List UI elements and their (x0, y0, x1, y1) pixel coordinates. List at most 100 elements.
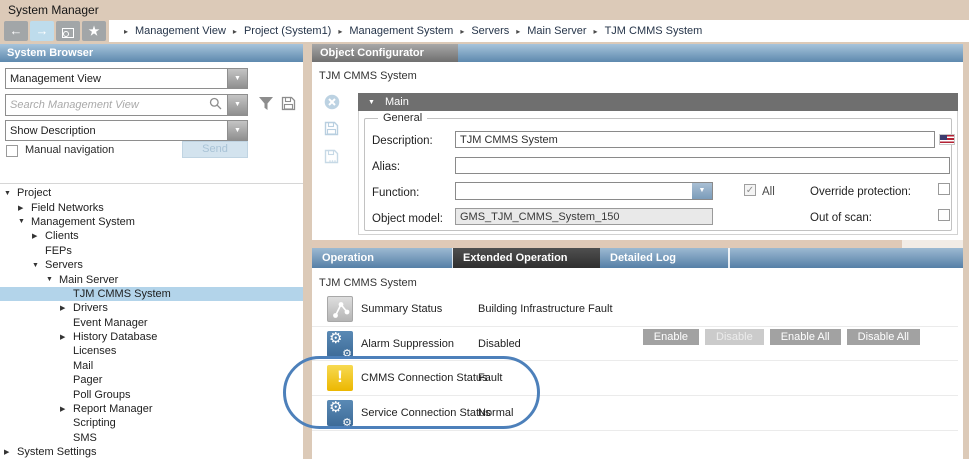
alias-field[interactable] (455, 157, 950, 174)
forward-button[interactable]: → (30, 21, 54, 41)
tree-expand-icon[interactable]: ▶ (60, 333, 73, 341)
tree-expand-icon[interactable]: ▼ (18, 218, 31, 225)
send-button[interactable]: Send (182, 141, 248, 158)
window-title: System Manager (0, 0, 969, 19)
save-as-icon[interactable] (324, 149, 339, 169)
tree-item-tjm-cmms-system[interactable]: TJM CMMS System (0, 287, 303, 301)
search-input[interactable] (6, 95, 209, 115)
save-icon[interactable] (324, 121, 339, 141)
tree-item-poll-groups[interactable]: Poll Groups (0, 387, 303, 401)
main-section-header[interactable]: ▼ Main (358, 93, 958, 111)
alias-label: Alias: (372, 161, 400, 173)
tree-expand-icon[interactable]: ▼ (32, 262, 45, 269)
tab-separator (728, 248, 730, 268)
disable-button: Disable (705, 329, 764, 345)
tree-item-label: Event Manager (73, 317, 148, 329)
tree-item-history-database[interactable]: ▶History Database (0, 330, 303, 344)
breadcrumb-separator-icon: ▸ (516, 27, 520, 36)
scrollbar-thumb[interactable] (312, 240, 902, 248)
tree-expand-icon[interactable]: ▶ (4, 448, 17, 456)
tree-item-scripting[interactable]: Scripting (0, 416, 303, 430)
tree-expand-icon[interactable]: ▶ (60, 405, 73, 413)
search-icon (209, 97, 227, 113)
breadcrumb-item-tjm-cmms-system[interactable]: TJM CMMS System (605, 25, 703, 37)
chevron-down-icon[interactable]: ▼ (227, 121, 247, 140)
tree-item-mail[interactable]: Mail (0, 359, 303, 373)
breadcrumb-item-main-server[interactable]: Main Server (527, 25, 586, 37)
breadcrumb-item-servers[interactable]: Servers (471, 25, 509, 37)
enable-all-button[interactable]: Enable All (770, 329, 841, 345)
tree-item-licenses[interactable]: Licenses (0, 344, 303, 358)
system-browser-panel: System Browser Management View ▼ ▼ Show … (0, 44, 303, 459)
tree-item-system-settings[interactable]: ▶System Settings (0, 445, 303, 459)
breadcrumb-item-management-system[interactable]: Management System (349, 25, 453, 37)
language-flag-icon[interactable] (939, 134, 955, 145)
breadcrumb-item-management-view[interactable]: Management View (135, 25, 226, 37)
object-configurator-tab[interactable]: Object Configurator (312, 44, 458, 62)
tree-expand-icon[interactable]: ▼ (46, 276, 59, 283)
save-icon[interactable] (281, 96, 296, 116)
tree-item-servers[interactable]: ▼Servers (0, 258, 303, 272)
enable-button[interactable]: Enable (643, 329, 699, 345)
description-field[interactable] (455, 131, 935, 148)
override-protection-checkbox[interactable] (938, 183, 950, 195)
annotation-ellipse (283, 356, 540, 429)
chevron-down-icon[interactable]: ▼ (692, 183, 712, 199)
favorites-button[interactable]: ★ (82, 21, 106, 41)
status-label: Summary Status (361, 303, 442, 315)
tree-item-project[interactable]: ▼Project (0, 186, 303, 200)
view-selector-value: Management View (6, 73, 227, 85)
object-model-label: Object model: (372, 213, 443, 225)
out-of-scan-label: Out of scan: (810, 212, 872, 224)
tree-expand-icon[interactable]: ▶ (60, 304, 73, 312)
object-name: TJM CMMS System (319, 277, 417, 289)
breadcrumb-separator-icon: ▸ (233, 27, 237, 36)
tree-item-event-manager[interactable]: Event Manager (0, 316, 303, 330)
tree-item-field-networks[interactable]: ▶Field Networks (0, 200, 303, 214)
manual-navigation-checkbox[interactable] (6, 145, 18, 157)
tree-item-drivers[interactable]: ▶Drivers (0, 301, 303, 315)
horizontal-scrollbar[interactable] (312, 240, 963, 248)
search-box[interactable]: ▼ (5, 94, 248, 116)
collapse-icon[interactable]: ▼ (368, 99, 375, 106)
tree-item-feps[interactable]: FEPs (0, 244, 303, 258)
tree-item-management-system[interactable]: ▼Management System (0, 215, 303, 229)
tree-item-pager[interactable]: Pager (0, 373, 303, 387)
breadcrumb-item-project-system1[interactable]: Project (System1) (244, 25, 331, 37)
tree-expand-icon[interactable]: ▶ (18, 204, 31, 212)
disable-all-button[interactable]: Disable All (847, 329, 920, 345)
chevron-down-icon[interactable]: ▼ (227, 69, 247, 88)
function-selector[interactable]: ▼ (455, 182, 713, 200)
summary-status-icon (327, 296, 353, 322)
button-group: Enable Disable Enable All Disable All (643, 329, 920, 345)
tree-item-report-manager[interactable]: ▶Report Manager (0, 402, 303, 416)
filter-icon[interactable] (258, 96, 274, 116)
description-label: Description: (372, 135, 433, 147)
window-edge (963, 44, 969, 459)
manual-navigation-label: Manual navigation (25, 144, 114, 156)
out-of-scan-checkbox[interactable] (938, 209, 950, 221)
tree-item-label: Pager (73, 374, 102, 386)
all-checkbox[interactable]: ✓ (744, 184, 756, 196)
tab-detailed-log[interactable]: Detailed Log (600, 248, 728, 268)
tab-operation[interactable]: Operation (312, 248, 453, 268)
tree-item-label: Main Server (59, 274, 118, 286)
discard-icon[interactable] (324, 94, 340, 115)
tab-extended-operation[interactable]: Extended Operation (453, 248, 600, 268)
breadcrumb-separator-icon: ▸ (124, 27, 128, 36)
history-button[interactable] (56, 21, 80, 41)
tree-item-label: Scripting (73, 417, 116, 429)
tree-expand-icon[interactable]: ▶ (32, 232, 45, 240)
chevron-down-icon[interactable]: ▼ (227, 95, 247, 115)
tree-item-clients[interactable]: ▶Clients (0, 229, 303, 243)
tree-item-label: Report Manager (73, 403, 153, 415)
breadcrumb: ▸ Management View ▸ Project (System1) ▸ Manag… (109, 20, 969, 42)
tree-item-main-server[interactable]: ▼Main Server (0, 272, 303, 286)
tree-item-sms[interactable]: SMS (0, 431, 303, 445)
description-mode-selector[interactable]: Show Description ▼ (5, 120, 248, 141)
tab-bar: OperationExtended OperationDetailed Log (312, 248, 963, 268)
back-button[interactable]: ← (4, 21, 28, 41)
view-selector[interactable]: Management View ▼ (5, 68, 248, 89)
tree-item-label: TJM CMMS System (73, 288, 171, 300)
tree-expand-icon[interactable]: ▼ (4, 190, 17, 197)
